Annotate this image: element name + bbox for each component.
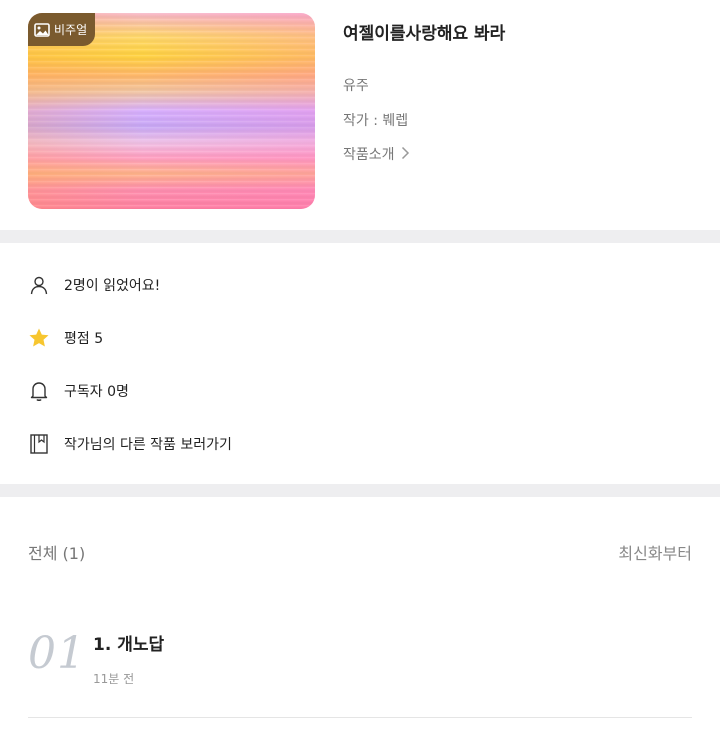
bell-icon bbox=[28, 380, 50, 402]
work-subtitle: 유주 bbox=[343, 78, 369, 94]
episode-total: 전체 (1) bbox=[28, 544, 86, 563]
section-divider bbox=[0, 230, 720, 243]
section-divider bbox=[0, 484, 720, 497]
intro-label: 작품소개 bbox=[343, 147, 395, 163]
subscribers: 구독자 0명 bbox=[28, 376, 129, 406]
star-icon bbox=[28, 327, 50, 349]
author-name: 작가 : 붸렙 bbox=[343, 113, 409, 129]
work-header: 비주얼 여젤이를사랑해요 봐라 유주 작가 : 붸렙 작품소개 bbox=[0, 0, 720, 230]
visual-badge: 비주얼 bbox=[28, 13, 96, 46]
work-title: 여젤이를사랑해요 봐라 bbox=[343, 24, 506, 44]
sort-latest-button[interactable]: 최신화부터 bbox=[618, 540, 692, 564]
readers-count: 2명이 읽었어요! bbox=[28, 270, 160, 300]
intro-link[interactable]: 작품소개 bbox=[343, 144, 410, 164]
episode-time: 11분 전 bbox=[93, 672, 135, 686]
rating: 평점 5 bbox=[28, 323, 103, 353]
author-works-text: 작가님의 다른 작품 보러가기 bbox=[64, 437, 232, 453]
person-icon bbox=[28, 274, 50, 296]
episode-title: 1. 개노답 bbox=[93, 635, 165, 655]
subscribers-text: 구독자 0명 bbox=[64, 384, 129, 400]
episode-item[interactable]: 01 1. 개노답 11분 전 bbox=[28, 620, 692, 718]
episode-number: 01 bbox=[28, 628, 86, 679]
author-works-link[interactable]: 작가님의 다른 작품 보러가기 bbox=[28, 429, 232, 459]
readers-text: 2명이 읽었어요! bbox=[64, 278, 161, 294]
chevron-right-icon bbox=[401, 145, 410, 164]
rating-text: 평점 5 bbox=[64, 331, 104, 347]
badge-label: 비주얼 bbox=[54, 23, 88, 37]
book-icon bbox=[28, 433, 50, 455]
image-icon bbox=[34, 22, 50, 37]
